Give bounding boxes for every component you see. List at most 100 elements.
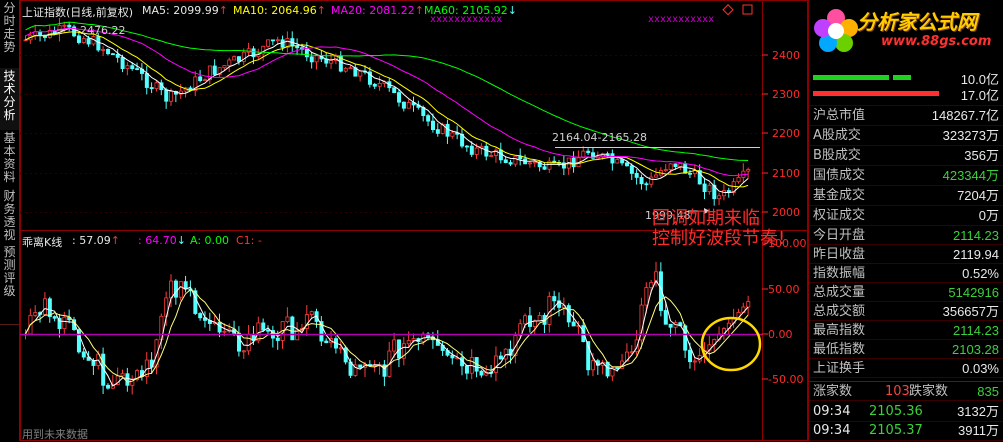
tab-technical[interactable]: 技术分析 xyxy=(0,68,20,130)
index-row: 总成交额 356657万 xyxy=(809,302,1003,321)
deviation-body xyxy=(503,348,508,360)
deviation-body xyxy=(309,311,314,315)
candle-body xyxy=(683,163,688,174)
candle-body xyxy=(430,120,435,131)
deviation-body xyxy=(406,340,411,345)
deviation-body xyxy=(241,350,246,353)
candle-body xyxy=(169,91,174,102)
deviation-body xyxy=(688,349,693,363)
deviation-body xyxy=(338,347,343,350)
deviation-body xyxy=(523,315,528,325)
ma20-label: MA20: 2081.22↑ xyxy=(331,4,424,17)
candle-body xyxy=(426,115,431,122)
deviation-body xyxy=(464,365,469,374)
candle-body xyxy=(266,39,271,47)
up-count-value: 103 xyxy=(885,384,910,399)
index-row: 总成交量 5142916 xyxy=(809,283,1003,302)
sub-tick-label: -50.00 xyxy=(768,373,803,386)
tick-time-2: 09:34 xyxy=(813,423,851,438)
candle-body xyxy=(397,92,402,103)
candle-body xyxy=(668,163,673,170)
candle-body xyxy=(227,59,232,67)
candle-body xyxy=(717,195,722,200)
ma20-value: MA20: 2081.22 xyxy=(331,4,415,17)
candle-body xyxy=(586,150,591,154)
deviation-body xyxy=(81,351,86,358)
candle-body xyxy=(736,176,741,183)
candle-body xyxy=(620,159,625,164)
tab-intraday[interactable]: 分时走势 xyxy=(0,0,20,68)
candle-body xyxy=(445,123,450,137)
deviation-body xyxy=(290,316,295,341)
market-label: 沪总市值 xyxy=(813,108,866,123)
candle-body xyxy=(62,24,67,27)
candle-body xyxy=(81,38,86,43)
tab-financial[interactable]: 财务透视 xyxy=(0,188,20,244)
price-tick-label: 2100 xyxy=(772,167,800,180)
market-label: 基金成交 xyxy=(813,188,866,203)
ma60-value: MA60: 2105.92 xyxy=(424,4,508,17)
market-row: 沪总市值 148267.7亿 xyxy=(809,106,1003,126)
deviation-body xyxy=(106,384,111,389)
candle-body xyxy=(571,157,576,168)
index-value: 0.52% xyxy=(962,266,999,281)
ma60-arrow: ↓ xyxy=(507,4,517,17)
sub-tick-label: 50.00 xyxy=(768,283,800,296)
market-row: A股成交 323273万 xyxy=(809,126,1003,146)
tick-vol-2: 3911万 xyxy=(958,423,999,438)
sub-c1: C1: - xyxy=(236,234,262,247)
deviation-body xyxy=(47,298,52,317)
market-label: B股成交 xyxy=(813,148,861,163)
candle-body xyxy=(654,174,659,178)
candle-body xyxy=(542,166,547,170)
deviation-body xyxy=(498,355,503,360)
market-value: 0万 xyxy=(978,208,999,223)
deviation-body xyxy=(246,333,251,352)
deviation-body xyxy=(571,321,576,327)
price-tick-label: 2400 xyxy=(772,49,800,62)
deviation-body xyxy=(120,373,125,377)
candle-body xyxy=(634,172,639,178)
candle-body xyxy=(474,147,479,155)
breadth-row: 涨家数 103 跌家数 835 xyxy=(809,381,1003,401)
candle-body xyxy=(644,183,649,186)
candle-body xyxy=(198,76,203,82)
candle-body xyxy=(513,155,518,165)
deviation-body xyxy=(746,301,751,308)
ma5-value: MA5: 2099.99 xyxy=(142,4,219,17)
candle-body xyxy=(707,184,712,193)
index-row: 今日开盘 2114.23 xyxy=(809,226,1003,245)
market-label: 权证成交 xyxy=(813,208,866,223)
ratio-row-2: 17.0亿 xyxy=(809,86,1003,106)
deviation-body xyxy=(285,316,290,322)
index-label: 今日开盘 xyxy=(813,228,866,243)
candle-body xyxy=(120,57,125,69)
deviation-body xyxy=(615,367,620,369)
candle-body xyxy=(702,183,707,193)
index-value: 2119.94 xyxy=(952,247,999,262)
candle-body xyxy=(304,48,309,58)
candle-body xyxy=(348,67,353,70)
tab-basic-info[interactable]: 基本资料 xyxy=(0,130,20,188)
index-label: 最高指数 xyxy=(813,323,866,338)
candle-body xyxy=(270,39,275,42)
candle-body xyxy=(377,83,382,87)
candle-body xyxy=(329,60,334,64)
ratio-bar-2 xyxy=(813,91,939,96)
index-value: 5142916 xyxy=(948,285,999,300)
candle-body xyxy=(135,68,140,71)
candle-body xyxy=(232,56,237,61)
candle-body xyxy=(722,190,727,197)
market-row: 国债成交 423344万 xyxy=(809,166,1003,186)
tab-technical-label: 技术分析 xyxy=(3,69,16,122)
index-value: 356657万 xyxy=(942,304,999,319)
ma5-label: MA5: 2099.99↑ xyxy=(142,4,228,17)
candle-body xyxy=(610,153,615,164)
market-row: 权证成交 0万 xyxy=(809,206,1003,226)
candle-body xyxy=(406,102,411,109)
up-count-label: 涨家数 xyxy=(813,384,853,399)
candle-body xyxy=(203,79,208,82)
candle-body xyxy=(144,73,149,88)
tab-forecast[interactable]: 预测评级 xyxy=(0,244,20,324)
ratio-bar-1b xyxy=(893,75,911,80)
